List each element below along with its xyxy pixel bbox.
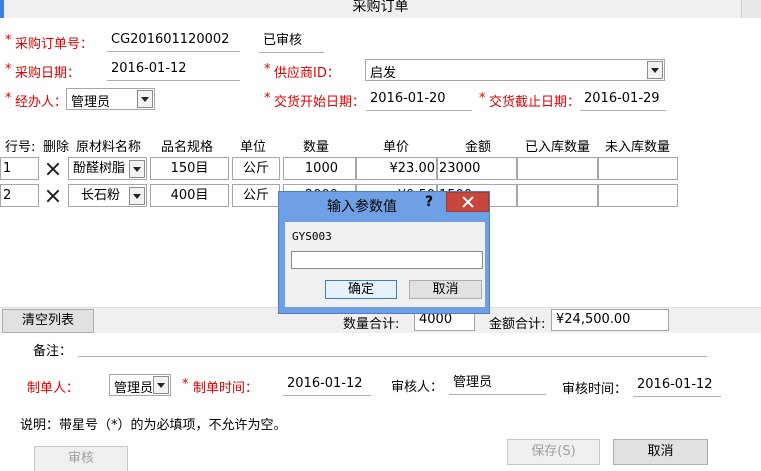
supplier-value: 启发	[370, 66, 397, 81]
required-note: 说明：带星号（*）的为必填项，不允许为空。	[20, 418, 287, 433]
order-no-field[interactable]: CG201601120002	[107, 30, 240, 52]
date-label: 采购日期：	[15, 66, 81, 81]
cancel-button[interactable]: 取消	[613, 439, 708, 465]
delivery-end-field[interactable]: 2016-01-29	[580, 89, 666, 111]
window-control[interactable]	[741, 0, 761, 18]
delete-icon[interactable]	[45, 161, 61, 177]
line-cell[interactable]: 1	[0, 157, 39, 180]
required-mark: *	[5, 91, 12, 106]
chevron-down-icon[interactable]	[129, 187, 145, 205]
dialog-prompt: GYS003	[292, 230, 332, 243]
dialog-cancel-button[interactable]: 取消	[409, 280, 482, 299]
received-cell[interactable]	[517, 157, 598, 180]
handler-label: 经办人：	[15, 95, 68, 110]
status-field: 已审核	[259, 31, 324, 53]
amount-cell[interactable]: 23000	[437, 157, 517, 180]
unit-cell[interactable]: 公斤	[232, 157, 280, 180]
help-icon[interactable]: ?	[425, 194, 433, 210]
chevron-down-icon[interactable]	[137, 90, 153, 108]
window-title: 采购订单	[352, 0, 409, 15]
required-mark: *	[5, 62, 12, 77]
creator-value: 管理员	[114, 381, 154, 396]
created-time-field[interactable]: 2016-01-12	[283, 374, 371, 396]
required-mark: *	[479, 91, 486, 106]
required-mark: *	[5, 33, 12, 48]
received-cell[interactable]	[517, 184, 598, 207]
required-mark: *	[182, 377, 189, 392]
dialog-title: 输入参数值	[327, 199, 397, 215]
delivery-end-label: 交货截止日期：	[489, 95, 581, 110]
material-value: 长石粉	[81, 188, 121, 203]
order-no-label: 采购订单号：	[15, 37, 94, 52]
material-select[interactable]: 酚醛树脂	[68, 157, 147, 180]
qty-total-label: 数量合计:	[343, 317, 400, 332]
audit-button[interactable]: 审核	[34, 446, 128, 471]
close-button[interactable]	[446, 192, 489, 212]
material-select[interactable]: 长石粉	[68, 184, 147, 207]
date-field[interactable]: 2016-01-12	[107, 59, 240, 81]
auditor-label: 审核人：	[391, 380, 444, 395]
close-icon	[462, 196, 474, 208]
handler-value: 管理员	[71, 95, 111, 110]
handler-select[interactable]: 管理员	[66, 88, 155, 110]
remarks-field[interactable]	[78, 356, 707, 357]
unit-cell[interactable]: 公斤	[232, 184, 280, 207]
qty-cell[interactable]: 1000	[283, 157, 356, 180]
amount-total-field[interactable]: ¥24,500.00	[551, 309, 669, 331]
pending-cell[interactable]	[598, 184, 678, 207]
ok-button[interactable]: 确定	[325, 280, 397, 299]
required-mark: *	[264, 62, 271, 77]
delete-icon[interactable]	[45, 188, 61, 204]
price-cell[interactable]: ¥23.00	[356, 157, 437, 180]
chevron-down-icon[interactable]	[647, 61, 663, 79]
line-cell[interactable]: 2	[0, 184, 39, 207]
required-mark: *	[264, 91, 271, 106]
required-mark: 制单人：	[27, 381, 80, 396]
amount-total-label: 金额合计:	[489, 317, 546, 332]
audit-time-field: 2016-01-12	[633, 375, 721, 397]
save-button[interactable]: 保存(S)	[507, 439, 600, 465]
audit-time-label: 审核时间：	[562, 382, 628, 397]
delivery-start-label: 交货开始日期：	[274, 95, 366, 110]
creator-select[interactable]: 管理员	[109, 374, 171, 396]
delivery-start-field[interactable]: 2016-01-20	[366, 89, 472, 111]
supplier-label: 供应商ID：	[274, 66, 340, 81]
material-value: 酚醛树脂	[73, 161, 126, 176]
auditor-field: 管理员	[449, 373, 546, 395]
clear-list-button[interactable]: 清空列表	[2, 309, 94, 333]
chevron-down-icon[interactable]	[153, 376, 169, 394]
pending-cell[interactable]	[598, 157, 678, 180]
parameter-input[interactable]	[291, 251, 483, 269]
supplier-select[interactable]: 启发	[365, 59, 665, 81]
spec-cell[interactable]: 150目	[150, 157, 229, 180]
remarks-label: 备注：	[33, 344, 73, 359]
created-time-label: 制单时间：	[193, 381, 259, 396]
spec-cell[interactable]: 400目	[150, 184, 229, 207]
chevron-down-icon[interactable]	[129, 160, 145, 178]
